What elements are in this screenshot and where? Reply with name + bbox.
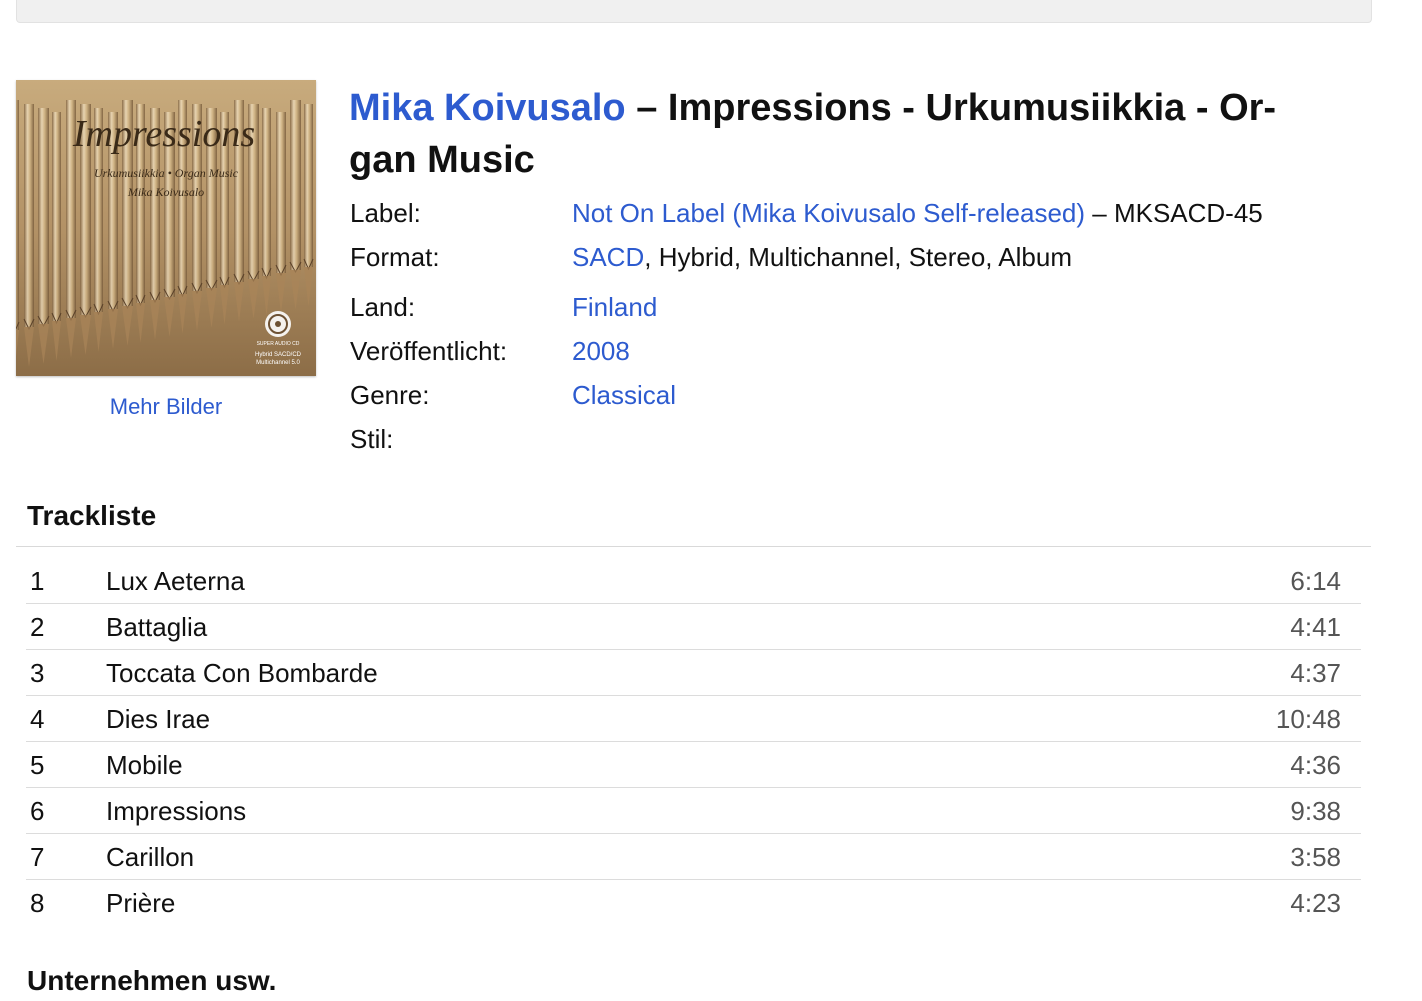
track-position: 7 <box>30 842 45 872</box>
info-key-format: Format: <box>350 242 440 272</box>
info-row-country: Land: Finland <box>350 292 1350 322</box>
track-title: Mobile <box>106 750 183 780</box>
label-link[interactable]: Not On Label (Mika Koivusalo Self-releas… <box>572 198 1085 228</box>
track-position: 4 <box>30 704 45 734</box>
track-row: 3 Toccata Con Bombarde 4:37 <box>26 650 1361 696</box>
info-row-format: Format: SACD, Hybrid, Multichannel, Ster… <box>350 242 1350 272</box>
track-row: 2 Battaglia 4:41 <box>26 604 1361 650</box>
track-title: Toccata Con Bombarde <box>106 658 378 688</box>
track-row: 6 Impressions 9:38 <box>26 788 1361 834</box>
info-row-released: Veröffentlicht: 2008 <box>350 336 1350 366</box>
cover-artist: Mika Koivusalo <box>127 185 204 199</box>
sacd-logo-icon <box>265 311 291 337</box>
info-row-genre: Genre: Classical <box>350 380 1350 410</box>
track-duration: 4:36 <box>1290 750 1341 780</box>
title-text-line2: gan Music <box>349 139 535 181</box>
catalog-number: – MKSACD-45 <box>1085 198 1263 228</box>
track-duration: 9:38 <box>1290 796 1341 826</box>
sacd-badge-line1: Hybrid SACD/CD <box>255 352 302 358</box>
country-link[interactable]: Finland <box>572 292 657 322</box>
tracklist-divider <box>16 546 1371 547</box>
cover-title: Impressions <box>72 113 255 155</box>
info-key-released: Veröffentlicht: <box>350 336 508 366</box>
track-duration: 3:58 <box>1290 842 1341 872</box>
info-value-released: 2008 <box>572 336 630 366</box>
sacd-badge-line2: Multichannel 5.0 <box>256 360 300 366</box>
track-duration: 4:37 <box>1290 658 1341 688</box>
info-row-label: Label: Not On Label (Mika Koivusalo Self… <box>350 198 1350 228</box>
track-title: Impressions <box>106 796 247 826</box>
info-row-style: Stil: <box>350 424 1350 454</box>
top-navigation-bar <box>16 0 1372 23</box>
info-key-genre: Genre: <box>350 380 430 410</box>
track-row: 1 Lux Aeterna 6:14 <box>26 558 1361 604</box>
sacd-logo-text: SUPER AUDIO CD <box>257 341 300 347</box>
track-row: 7 Carillon 3:58 <box>26 834 1361 880</box>
format-link[interactable]: SACD <box>572 242 644 272</box>
track-duration: 4:23 <box>1290 888 1341 918</box>
cover-artwork: Impressions Urkumusiikkia • Organ Music … <box>16 80 316 376</box>
tracklist-heading: Trackliste <box>27 500 157 531</box>
released-year-link[interactable]: 2008 <box>572 336 630 366</box>
cover-subtitle: Urkumusiikkia • Organ Music <box>94 166 239 180</box>
genre-link[interactable]: Classical <box>572 380 676 410</box>
album-cover-image[interactable]: Impressions Urkumusiikkia • Organ Music … <box>16 80 316 376</box>
track-title: Prière <box>106 888 176 918</box>
info-key-country: Land: <box>350 292 416 322</box>
info-value-label: Not On Label (Mika Koivusalo Self-releas… <box>572 198 1263 228</box>
info-value-format: SACD, Hybrid, Multichannel, Stereo, Albu… <box>572 242 1072 272</box>
track-position: 2 <box>30 612 45 642</box>
track-title: Carillon <box>106 842 195 872</box>
track-title: Lux Aeterna <box>106 566 245 596</box>
track-row: 4 Dies Irae 10:48 <box>26 696 1361 742</box>
info-key-style: Stil: <box>350 424 394 454</box>
track-row: 8 Prière 4:23 <box>26 880 1361 925</box>
info-value-country: Finland <box>572 292 657 322</box>
artist-link[interactable]: Mika Koivusalo <box>349 87 626 129</box>
info-value-genre: Classical <box>572 380 676 410</box>
track-duration: 10:48 <box>1275 704 1341 734</box>
track-position: 8 <box>30 888 45 918</box>
track-position: 6 <box>30 796 45 826</box>
track-duration: 6:14 <box>1290 566 1341 596</box>
companies-heading: Unternehmen usw. <box>27 965 277 996</box>
tracklist-table: 1 Lux Aeterna 6:14 2 Battaglia 4:41 3 Toccata C… <box>26 558 1361 925</box>
info-key-label: Label: <box>350 198 421 228</box>
track-title: Dies Irae <box>106 704 211 734</box>
release-title: Mika Koivusalo – Impressions - Urkumusii… <box>349 82 1349 186</box>
more-images-link[interactable]: Mehr Bilder <box>16 394 316 420</box>
track-row: 5 Mobile 4:36 <box>26 742 1361 788</box>
track-position: 1 <box>30 566 45 596</box>
title-text-line1: – Impressions - Urkumusiikkia - Or- <box>625 87 1277 129</box>
track-duration: 4:41 <box>1290 612 1341 642</box>
track-position: 3 <box>30 658 45 688</box>
track-title: Battaglia <box>106 612 208 642</box>
track-position: 5 <box>30 750 45 780</box>
format-details: , Hybrid, Multichannel, Stereo, Album <box>644 242 1073 272</box>
